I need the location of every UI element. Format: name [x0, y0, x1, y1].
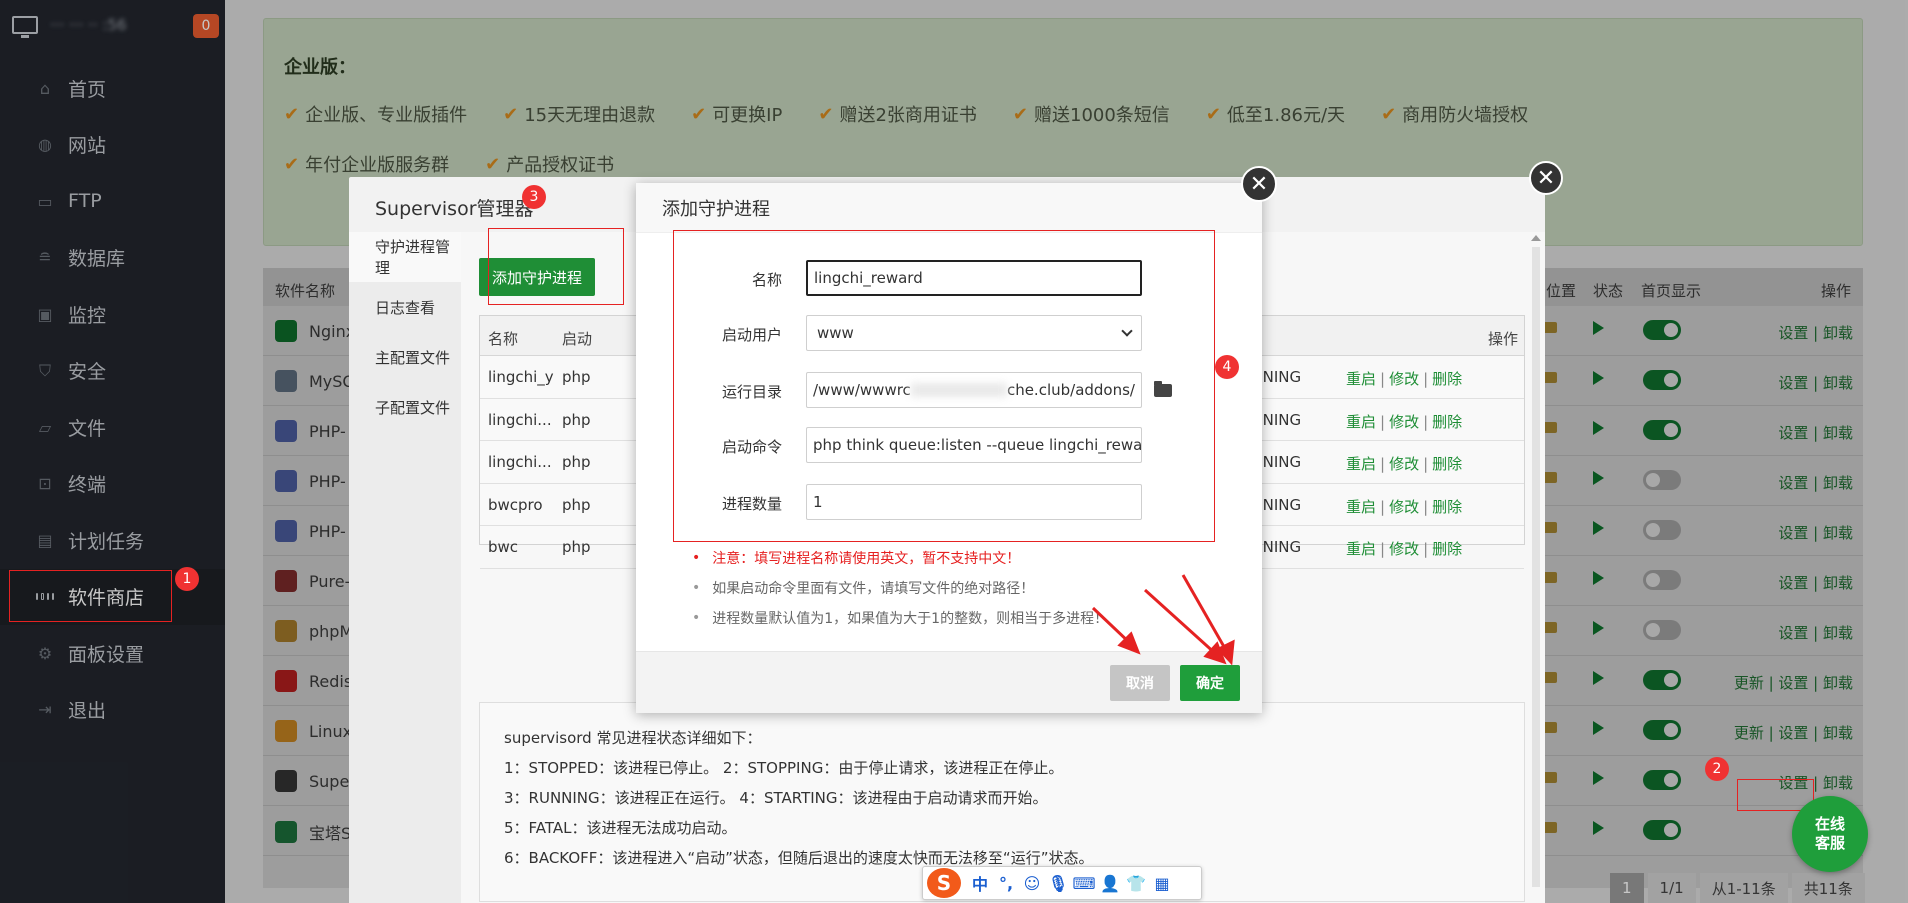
- restart-link[interactable]: 重启: [1346, 455, 1376, 473]
- restart-link[interactable]: 重启: [1346, 370, 1376, 388]
- keyboard-icon[interactable]: ⌨: [1071, 870, 1097, 896]
- modal-footer: 取消 确定: [636, 651, 1262, 713]
- note-warning: 注意：填写进程名称请使用英文，暂不支持中文！: [692, 543, 1108, 573]
- note-item: 进程数量默认值为1，如果值为大于1的整数，则相当于多进程！: [692, 603, 1108, 633]
- daemon-name: lingchi...: [488, 410, 552, 429]
- restart-link[interactable]: 重启: [1346, 540, 1376, 558]
- annotation-box-form: [673, 230, 1215, 542]
- modal-title: 添加守护进程: [636, 183, 1262, 233]
- tab-daemon-manage[interactable]: 守护进程管理: [349, 232, 461, 282]
- status-info-line: 5：FATAL：该进程无法成功启动。: [504, 819, 737, 837]
- status-info-line: 3：RUNNING：该进程正在运行。 4：STARTING：该进程由于启动请求而…: [504, 789, 1048, 807]
- tab-main-config[interactable]: 主配置文件: [349, 332, 461, 382]
- user-icon[interactable]: 👤: [1097, 870, 1123, 896]
- daemon-name: lingchi_y: [488, 368, 554, 386]
- annotation-box-add: [488, 228, 624, 305]
- status-info-line: 1：STOPPED：该进程已停止。 2：STOPPING：由于停止请求，该进程正…: [504, 759, 1064, 777]
- ime-toolbar: S 中 °, ☺ 🎙 ⌨ 👤 👕 ▦: [922, 866, 1202, 900]
- sogou-logo-icon[interactable]: S: [927, 868, 961, 898]
- emoji-icon[interactable]: ☺: [1019, 870, 1045, 896]
- restart-link[interactable]: 重启: [1346, 498, 1376, 516]
- scrollbar[interactable]: [1532, 247, 1540, 887]
- daemon-start: php: [562, 453, 591, 471]
- daemon-ops: 重启 | 修改 | 删除: [1346, 370, 1463, 388]
- annotation-badge-2: 2: [1705, 757, 1729, 781]
- daemon-ops: 重启 | 修改 | 删除: [1346, 497, 1463, 516]
- annotation-badge-1: 1: [175, 567, 199, 591]
- supervisor-close-icon[interactable]: ✕: [1529, 161, 1563, 195]
- confirm-button[interactable]: 确定: [1180, 665, 1240, 701]
- supervisor-tabs: 守护进程管理 日志查看 主配置文件 子配置文件: [349, 232, 461, 903]
- daemon-ops: 重启 | 修改 | 删除: [1346, 540, 1463, 558]
- daemon-start: php: [562, 410, 591, 429]
- microphone-icon[interactable]: 🎙: [1045, 870, 1071, 896]
- modal-close-icon[interactable]: ✕: [1241, 166, 1277, 202]
- ime-punctuation[interactable]: °,: [993, 870, 1019, 896]
- annotation-badge-4: 4: [1215, 355, 1239, 379]
- note-item: 如果启动命令里面有文件，请填写文件的绝对路径！: [692, 573, 1108, 603]
- ime-chinese-mode[interactable]: 中: [967, 870, 993, 896]
- edit-link[interactable]: 修改: [1389, 455, 1419, 473]
- skin-icon[interactable]: 👕: [1123, 870, 1149, 896]
- daemon-name: bwc: [488, 538, 519, 556]
- delete-link[interactable]: 删除: [1432, 413, 1462, 431]
- daemon-start: php: [562, 368, 591, 386]
- daemon-start: php: [562, 538, 591, 556]
- edit-link[interactable]: 修改: [1389, 413, 1419, 431]
- annotation-box-store: [9, 570, 172, 622]
- daemon-name: lingchi...: [488, 453, 552, 471]
- delete-link[interactable]: 删除: [1432, 455, 1462, 473]
- toolbox-icon[interactable]: ▦: [1149, 870, 1175, 896]
- form-notes: 注意：填写进程名称请使用英文，暂不支持中文！ 如果启动命令里面有文件，请填写文件…: [692, 543, 1108, 633]
- edit-link[interactable]: 修改: [1389, 498, 1419, 516]
- tab-sub-config[interactable]: 子配置文件: [349, 382, 461, 432]
- edit-link[interactable]: 修改: [1389, 540, 1419, 558]
- restart-link[interactable]: 重启: [1346, 413, 1376, 431]
- scroll-up-icon[interactable]: [1531, 235, 1541, 241]
- edit-link[interactable]: 修改: [1389, 370, 1419, 388]
- daemon-name: bwcpro: [488, 495, 543, 514]
- online-service-button[interactable]: 在线 客服: [1792, 796, 1868, 872]
- delete-link[interactable]: 删除: [1432, 370, 1462, 388]
- daemon-start: php: [562, 495, 591, 514]
- delete-link[interactable]: 删除: [1432, 540, 1462, 558]
- daemon-ops: 重启 | 修改 | 删除: [1346, 455, 1463, 473]
- cancel-button[interactable]: 取消: [1110, 665, 1170, 701]
- annotation-badge-3: 3: [522, 185, 546, 209]
- supervisor-title: Supervisor管理器: [375, 198, 534, 220]
- daemon-ops: 重启 | 修改 | 删除: [1346, 412, 1463, 431]
- tab-log-view[interactable]: 日志查看: [349, 282, 461, 332]
- status-info-line: supervisord 常见进程状态详细如下：: [504, 729, 762, 747]
- delete-link[interactable]: 删除: [1432, 498, 1462, 516]
